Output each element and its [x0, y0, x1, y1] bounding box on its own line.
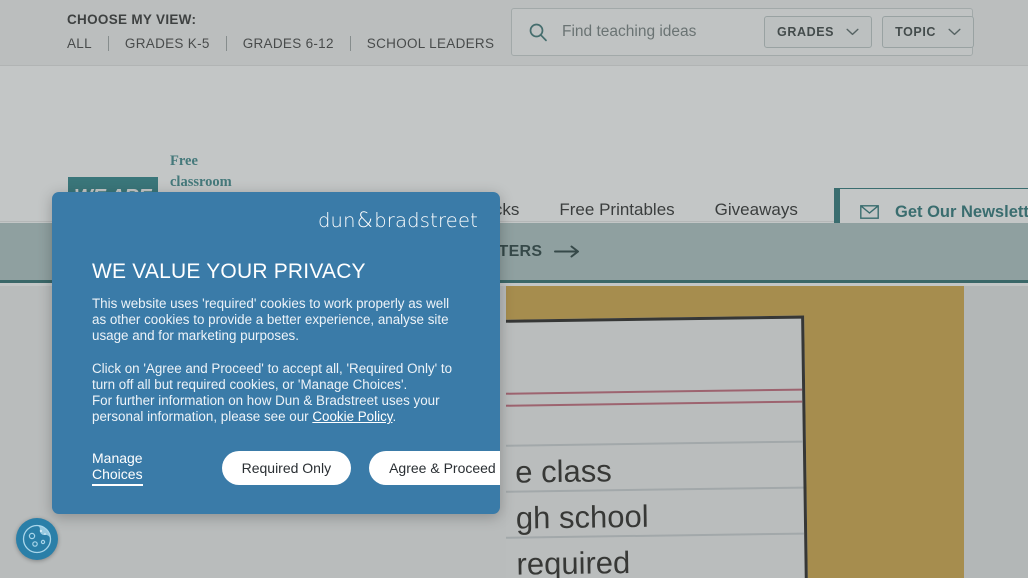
dialog-actions: Manage Choices Required Only Agree & Pro… — [92, 450, 500, 486]
dialog-paragraph-2a: Click on 'Agree and Proceed' to accept a… — [92, 360, 453, 392]
dialog-title: WE VALUE YOUR PRIVACY — [92, 260, 366, 283]
cookie-policy-link[interactable]: Cookie Policy — [312, 409, 392, 424]
cookie-consent-dialog: dun&bradstreet WE VALUE YOUR PRIVACY Thi… — [52, 192, 500, 514]
cookie-icon — [22, 524, 52, 554]
dialog-paragraph-2-end: . — [392, 409, 397, 425]
dun-bradstreet-logo: dun&bradstreet — [318, 208, 478, 232]
logo-text-bradstreet: bradstreet — [374, 209, 478, 232]
dialog-paragraph-1: This website uses 'required' cookies to … — [92, 296, 450, 344]
manage-choices-button[interactable]: Manage Choices — [92, 450, 143, 486]
logo-text-dun: dun — [317, 209, 356, 232]
dialog-body: This website uses 'required' cookies to … — [92, 296, 464, 425]
dialog-paragraph-2: Click on 'Agree and Proceed' to accept a… — [92, 361, 464, 426]
agree-and-proceed-button[interactable]: Agree & Proceed — [369, 451, 500, 485]
logo-ampersand: & — [356, 208, 374, 232]
required-only-button[interactable]: Required Only — [221, 451, 352, 485]
cookie-settings-button[interactable] — [16, 518, 58, 560]
page-root: CHOOSE MY VIEW: ALL GRADES K-5 GRADES 6-… — [0, 0, 1028, 578]
